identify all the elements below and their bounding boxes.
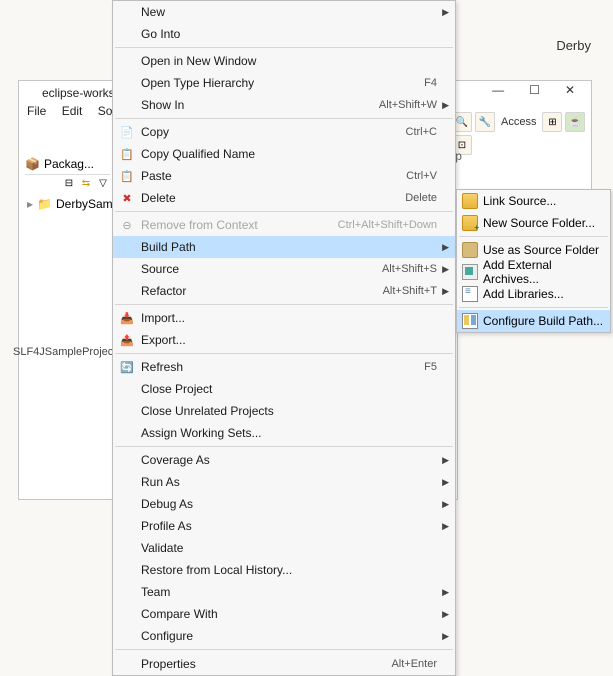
submenu-link-source[interactable]: Link Source... bbox=[457, 190, 610, 212]
menu-debug-as[interactable]: Debug As▶ bbox=[113, 493, 455, 515]
menu-open-new-window[interactable]: Open in New Window bbox=[113, 50, 455, 72]
submenu-arrow-icon: ▶ bbox=[442, 242, 449, 253]
right-toolbar: 🔍 🔧 Access ⊞ ☕ ⊡ bbox=[452, 112, 587, 155]
library-icon bbox=[462, 286, 478, 302]
menu-go-into[interactable]: Go Into bbox=[113, 23, 455, 45]
menu-remove-context: ⊖Remove from ContextCtrl+Alt+Shift+Down bbox=[113, 214, 455, 236]
archive-icon bbox=[462, 264, 478, 280]
menu-source[interactable]: SourceAlt+Shift+S▶ bbox=[113, 258, 455, 280]
buildpath-submenu: Link Source... New Source Folder... Use … bbox=[456, 189, 611, 333]
secondary-window-controls: — ☐ ✕ bbox=[455, 83, 575, 97]
submenu-arrow-icon: ▶ bbox=[442, 609, 449, 620]
copy-qualified-icon: 📋 bbox=[119, 146, 135, 162]
menu-restore-local-history[interactable]: Restore from Local History... bbox=[113, 559, 455, 581]
delete-icon: ✖ bbox=[119, 190, 135, 206]
refresh-icon: 🔄 bbox=[119, 359, 135, 375]
project-row[interactable]: ▸ 📁 DerbySam bbox=[25, 195, 110, 213]
submenu-arrow-icon: ▶ bbox=[442, 499, 449, 510]
export-icon: 📤 bbox=[119, 332, 135, 348]
context-menu: New▶ Go Into Open in New Window Open Typ… bbox=[112, 0, 456, 676]
submenu-arrow-icon: ▶ bbox=[442, 286, 449, 297]
submenu-arrow-icon: ▶ bbox=[442, 521, 449, 532]
project-icon: 📁 bbox=[37, 197, 52, 211]
toolbar-btn-2[interactable]: 🔧 bbox=[475, 112, 495, 132]
copy-icon: 📄 bbox=[119, 124, 135, 140]
close-button[interactable]: ✕ bbox=[565, 83, 575, 97]
submenu-arrow-icon: ▶ bbox=[442, 477, 449, 488]
menu-separator bbox=[115, 649, 453, 650]
menu-copy[interactable]: 📄CopyCtrl+C bbox=[113, 121, 455, 143]
submenu-arrow-icon: ▶ bbox=[442, 100, 449, 111]
view-menu-icon[interactable]: ▽ bbox=[96, 178, 110, 192]
link-source-icon bbox=[462, 193, 478, 209]
right-p-label: p bbox=[455, 150, 462, 164]
slf4j-project-row[interactable]: SLF4JSampleProjec bbox=[13, 346, 113, 358]
menu-show-in[interactable]: Show InAlt+Shift+W▶ bbox=[113, 94, 455, 116]
configure-buildpath-icon bbox=[462, 313, 478, 329]
menu-separator bbox=[459, 307, 608, 308]
menu-export[interactable]: 📤Export... bbox=[113, 329, 455, 351]
window-title: eclipse-works bbox=[42, 86, 115, 100]
menu-copy-qualified[interactable]: 📋Copy Qualified Name bbox=[113, 143, 455, 165]
menu-new[interactable]: New▶ bbox=[113, 1, 455, 23]
perspective-btn-1[interactable]: ⊞ bbox=[542, 112, 562, 132]
submenu-arrow-icon: ▶ bbox=[442, 587, 449, 598]
menu-validate[interactable]: Validate bbox=[113, 537, 455, 559]
menu-run-as[interactable]: Run As▶ bbox=[113, 471, 455, 493]
submenu-add-ext-archives[interactable]: Add External Archives... bbox=[457, 261, 610, 283]
collapse-all-icon[interactable]: ⊟ bbox=[62, 178, 76, 192]
menu-separator bbox=[115, 118, 453, 119]
menu-import[interactable]: 📥Import... bbox=[113, 307, 455, 329]
menu-coverage-as[interactable]: Coverage As▶ bbox=[113, 449, 455, 471]
menu-separator bbox=[459, 236, 608, 237]
maximize-button[interactable]: ☐ bbox=[529, 83, 540, 97]
menu-properties[interactable]: PropertiesAlt+Enter bbox=[113, 652, 455, 675]
submenu-arrow-icon: ▶ bbox=[442, 631, 449, 642]
package-explorer-icon: 📦 bbox=[25, 157, 40, 171]
paste-icon: 📋 bbox=[119, 168, 135, 184]
menu-compare-with[interactable]: Compare With▶ bbox=[113, 603, 455, 625]
menu-open-type-hierarchy[interactable]: Open Type HierarchyF4 bbox=[113, 72, 455, 94]
menu-refresh[interactable]: 🔄RefreshF5 bbox=[113, 356, 455, 378]
source-folder-icon bbox=[462, 242, 478, 258]
new-source-folder-icon bbox=[462, 215, 478, 231]
menu-build-path[interactable]: Build Path▶ bbox=[113, 236, 455, 258]
menu-team[interactable]: Team▶ bbox=[113, 581, 455, 603]
quick-access-label[interactable]: Access bbox=[498, 116, 539, 128]
menu-close-unrelated[interactable]: Close Unrelated Projects bbox=[113, 400, 455, 422]
menu-paste[interactable]: 📋PasteCtrl+V bbox=[113, 165, 455, 187]
menu-separator bbox=[115, 304, 453, 305]
import-icon: 📥 bbox=[119, 310, 135, 326]
minimize-button[interactable]: — bbox=[492, 83, 504, 97]
submenu-arrow-icon: ▶ bbox=[442, 455, 449, 466]
package-explorer: 📦 Packag... ⊟ ⇆ ▽ ▸ 📁 DerbySam bbox=[25, 157, 110, 213]
menu-file[interactable]: File bbox=[27, 104, 46, 118]
package-explorer-title: Packag... bbox=[44, 157, 94, 171]
menu-separator bbox=[115, 211, 453, 212]
project-label: DerbySam bbox=[56, 197, 113, 211]
expand-icon[interactable]: ▸ bbox=[27, 197, 33, 211]
menu-separator bbox=[115, 353, 453, 354]
menu-close-project[interactable]: Close Project bbox=[113, 378, 455, 400]
menu-separator bbox=[115, 47, 453, 48]
submenu-add-libraries[interactable]: Add Libraries... bbox=[457, 283, 610, 305]
submenu-configure-build-path[interactable]: Configure Build Path... bbox=[457, 310, 610, 332]
menu-configure[interactable]: Configure▶ bbox=[113, 625, 455, 647]
menu-delete[interactable]: ✖DeleteDelete bbox=[113, 187, 455, 209]
menu-profile-as[interactable]: Profile As▶ bbox=[113, 515, 455, 537]
menu-separator bbox=[115, 446, 453, 447]
menu-assign-working-sets[interactable]: Assign Working Sets... bbox=[113, 422, 455, 444]
submenu-arrow-icon: ▶ bbox=[442, 264, 449, 275]
submenu-arrow-icon: ▶ bbox=[442, 7, 449, 18]
submenu-new-source-folder[interactable]: New Source Folder... bbox=[457, 212, 610, 234]
remove-context-icon: ⊖ bbox=[119, 217, 135, 233]
perspective-btn-2[interactable]: ☕ bbox=[565, 112, 585, 132]
menu-edit[interactable]: Edit bbox=[62, 104, 83, 118]
menu-refactor[interactable]: RefactorAlt+Shift+T▶ bbox=[113, 280, 455, 302]
link-editor-icon[interactable]: ⇆ bbox=[79, 178, 93, 192]
derby-label: Derby bbox=[556, 38, 591, 53]
